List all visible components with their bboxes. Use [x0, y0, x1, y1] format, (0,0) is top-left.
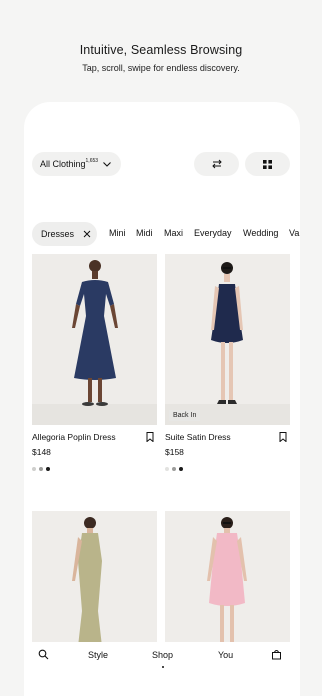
chip-dresses[interactable]: Dresses	[32, 222, 97, 246]
close-icon[interactable]	[83, 230, 91, 238]
chip-partial[interactable]: Va	[289, 228, 299, 238]
hero-title: Intuitive, Seamless Browsing	[79, 43, 243, 57]
category-dropdown[interactable]: All Clothing1,653	[32, 152, 121, 176]
color-swatch[interactable]	[179, 467, 183, 471]
search-icon[interactable]	[38, 649, 49, 660]
tab-style[interactable]: Style	[88, 650, 108, 660]
chip-midi[interactable]: Midi	[136, 228, 153, 238]
bottom-tab-bar: Style Shop You	[24, 642, 300, 682]
chip-wedding[interactable]: Wedding	[243, 228, 278, 238]
phone-screen: All Clothing1,653 Dresses Mini Midi Maxi…	[24, 102, 300, 696]
category-label: All Clothing1,653	[40, 158, 99, 169]
chip-mini[interactable]: Mini	[109, 228, 126, 238]
grid-icon	[263, 159, 272, 169]
category-chips: Dresses Mini Midi Maxi Everyday Wedding …	[32, 222, 300, 246]
product-name[interactable]: Suite Satin Dress	[165, 432, 231, 442]
color-swatch[interactable]	[39, 467, 43, 471]
product-card[interactable]: Back In Suite Satin Dress $158	[165, 254, 290, 479]
chip-everyday[interactable]: Everyday	[194, 228, 232, 238]
color-swatch[interactable]	[172, 467, 176, 471]
product-card[interactable]	[32, 511, 157, 682]
back-in-badge: Back In	[169, 410, 201, 421]
grid-view-button[interactable]	[245, 152, 290, 176]
chevron-down-icon	[103, 162, 111, 167]
bag-icon[interactable]	[271, 649, 282, 660]
product-price: $148	[32, 447, 51, 457]
bookmark-icon[interactable]	[279, 432, 287, 442]
product-image[interactable]	[32, 254, 157, 425]
chip-maxi[interactable]: Maxi	[164, 228, 183, 238]
product-name[interactable]: Allegoria Poplin Dress	[32, 432, 116, 442]
sliders-icon	[211, 159, 222, 169]
color-swatches	[165, 467, 183, 471]
filter-bar: All Clothing1,653	[32, 152, 300, 178]
tab-you[interactable]: You	[218, 650, 233, 660]
color-swatches	[32, 467, 50, 471]
product-card[interactable]	[165, 511, 290, 682]
category-count: 1,653	[85, 158, 99, 164]
sort-filter-button[interactable]	[194, 152, 239, 176]
tab-shop[interactable]: Shop	[152, 650, 173, 660]
chip-dresses-label: Dresses	[41, 229, 75, 239]
product-image[interactable]: Back In	[165, 254, 290, 425]
bookmark-icon[interactable]	[146, 432, 154, 442]
product-price: $158	[165, 447, 184, 457]
color-swatch[interactable]	[46, 467, 50, 471]
active-tab-indicator	[162, 666, 164, 668]
color-swatch[interactable]	[165, 467, 169, 471]
hero-subtitle: Tap, scroll, swipe for endless discovery…	[82, 63, 240, 73]
product-card[interactable]: Allegoria Poplin Dress $148	[32, 254, 157, 479]
color-swatch[interactable]	[32, 467, 36, 471]
